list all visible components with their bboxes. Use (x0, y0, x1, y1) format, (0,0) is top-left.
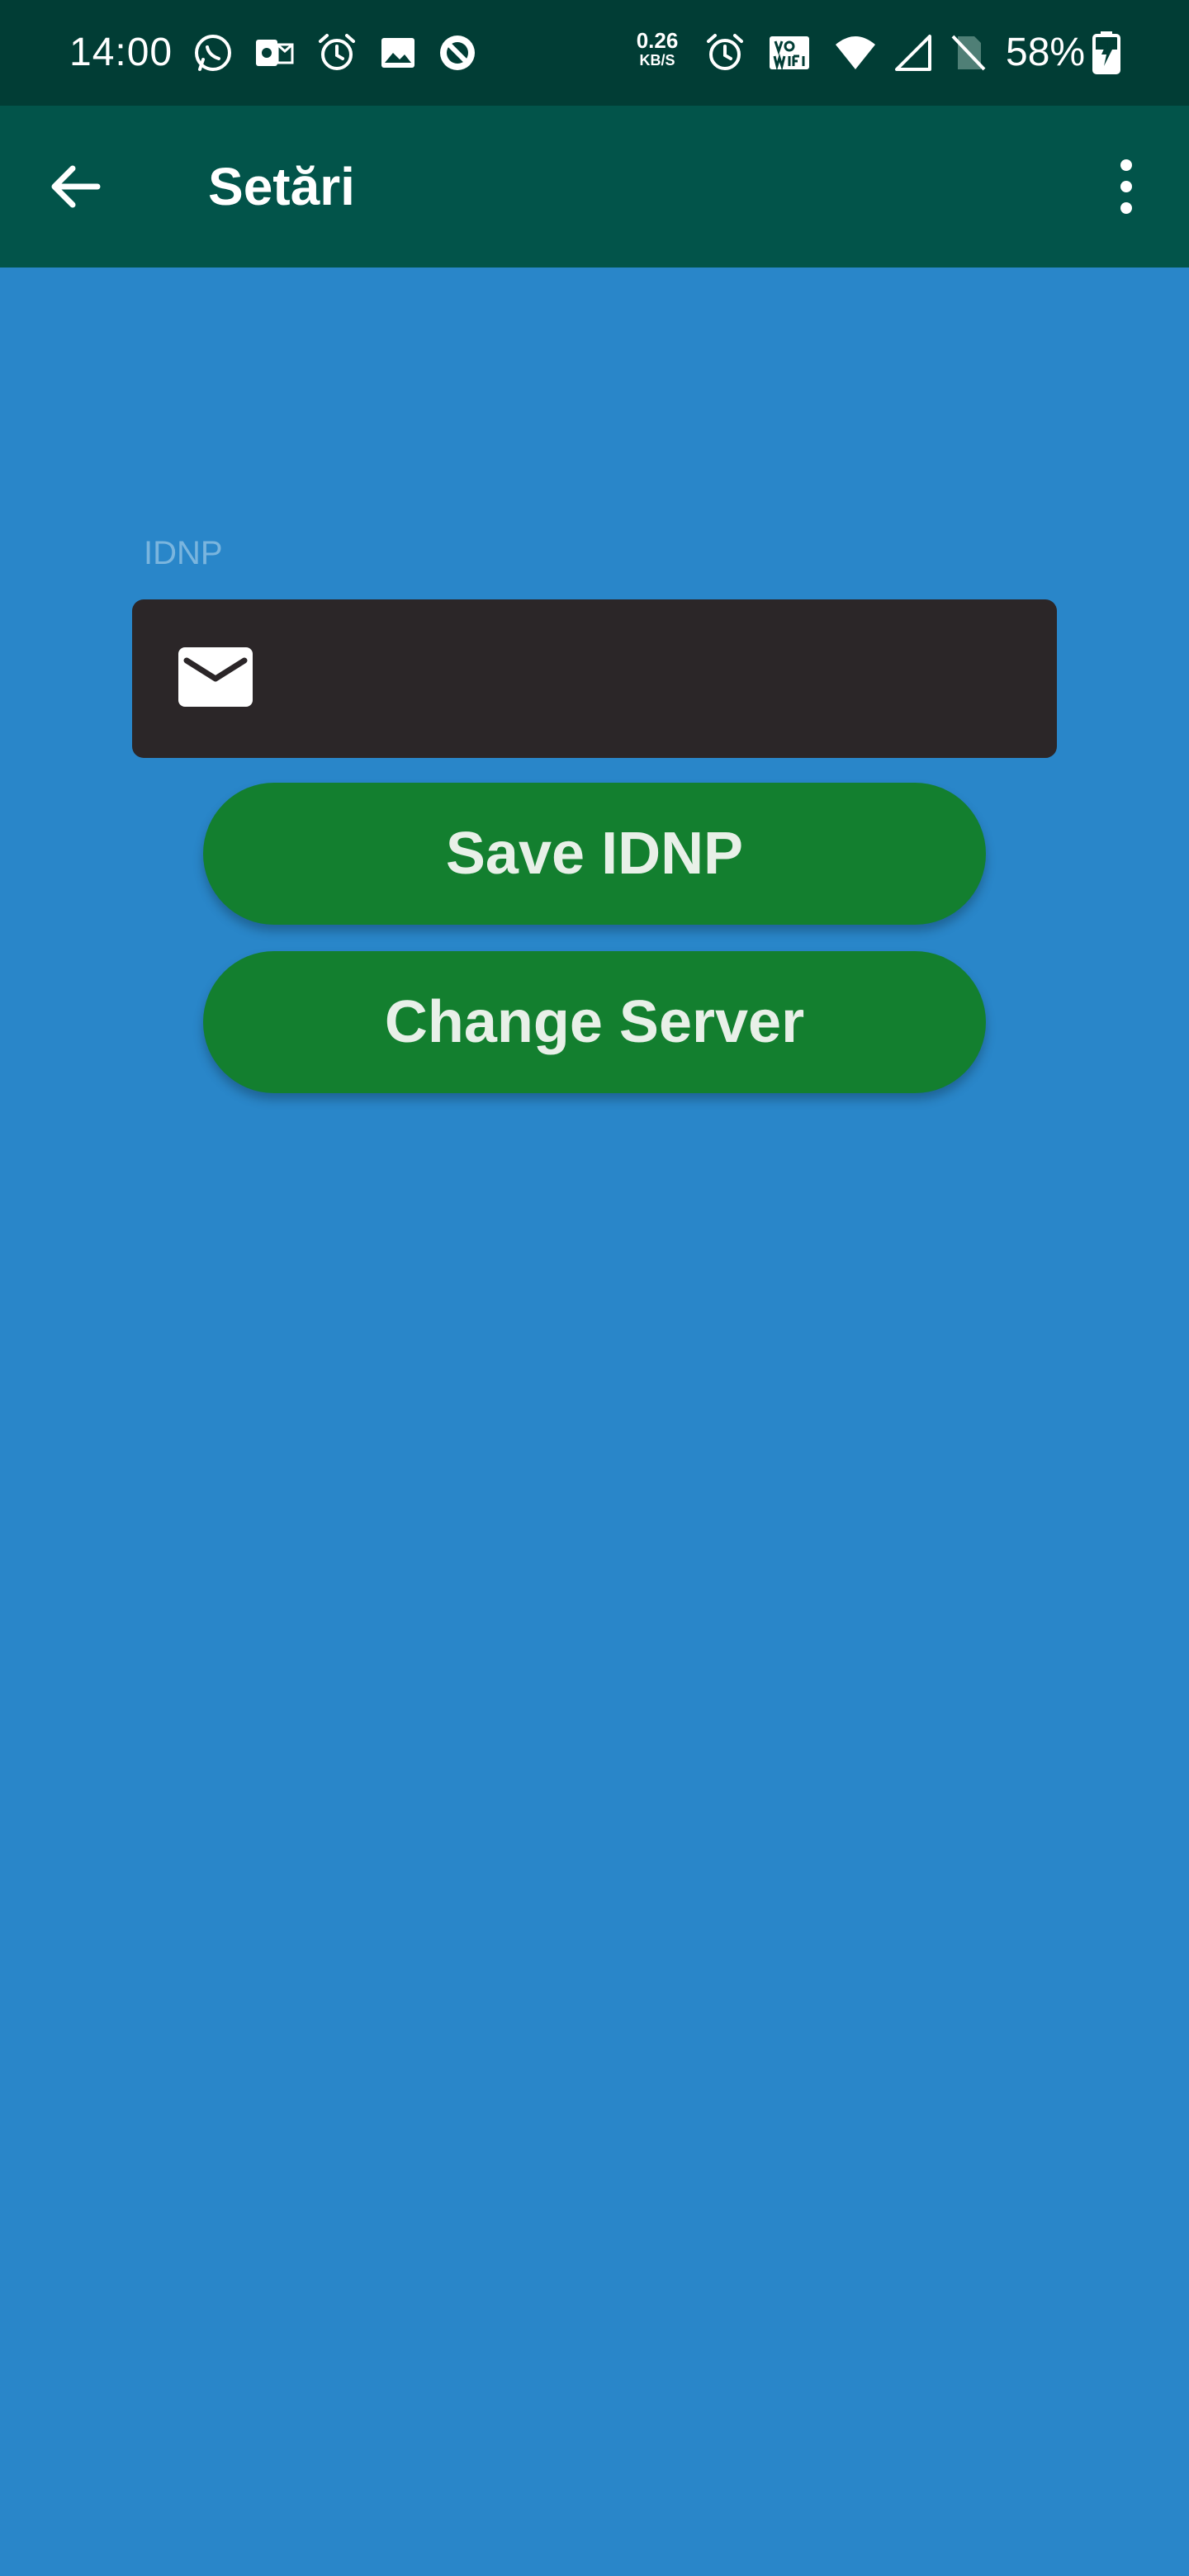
outlook-icon (253, 31, 296, 74)
status-time: 14:00 (69, 31, 173, 74)
no-sim-icon (946, 31, 989, 74)
back-button[interactable] (43, 154, 109, 220)
network-speed-value: 0.26 (636, 28, 679, 53)
vowifi-icon (768, 31, 811, 74)
change-server-button[interactable]: Change Server (203, 951, 986, 1093)
idnp-field[interactable] (132, 599, 1057, 758)
battery-percent: 58% (1006, 31, 1086, 74)
status-bar: 14:00 0.26 KB/S 58% (0, 0, 1189, 106)
idnp-label: IDNP (144, 535, 223, 571)
save-idnp-button[interactable]: Save IDNP (203, 783, 986, 925)
network-speed: 0.26 KB/S (631, 30, 684, 68)
page-title: Setări (208, 157, 355, 216)
gallery-icon (377, 31, 419, 74)
battery-charging-icon (1092, 31, 1121, 74)
arrow-left-icon (51, 165, 101, 208)
alarm-icon (703, 31, 746, 74)
idnp-input[interactable] (289, 599, 1032, 758)
app-icon (436, 31, 479, 74)
network-speed-unit: KB/S (639, 52, 675, 69)
signal-icon (892, 31, 935, 74)
alarm-icon (315, 31, 358, 74)
more-vert-icon (1120, 159, 1132, 214)
app-bar: Setări (0, 106, 1189, 268)
wifi-icon (834, 31, 877, 74)
whatsapp-icon (192, 31, 234, 74)
overflow-menu-button[interactable] (1103, 154, 1149, 220)
email-icon (178, 647, 253, 707)
